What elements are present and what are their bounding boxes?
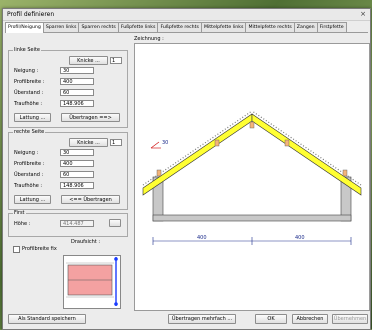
right-ueberstand-label: Überstand : xyxy=(14,172,44,178)
drawing-canvas: 30 400 400 xyxy=(134,43,370,311)
right-traufhoehe-label: Traufhöhe : xyxy=(14,183,43,189)
left-knicke-button[interactable]: Knicke ... xyxy=(69,56,108,65)
ok-button[interactable]: OK xyxy=(255,314,287,324)
draufsicht-preview xyxy=(63,255,121,309)
left-side-title: linke Seite xyxy=(13,47,42,53)
left-uebertragen-button[interactable]: Übertragen ==> xyxy=(61,113,120,122)
fusspfette-right xyxy=(342,169,348,177)
left-traufhoehe-input[interactable]: 148.906 xyxy=(60,100,94,107)
right-profilbreite-label: Profilbreite : xyxy=(14,161,45,167)
right-knicke-count[interactable]: 1 xyxy=(110,139,122,146)
left-ueberstand-input[interactable]: 60 xyxy=(60,89,94,96)
zeichnung-label: Zeichnung : xyxy=(134,36,164,42)
angle-label: 30 xyxy=(162,140,168,146)
dimension-right-label: 400 xyxy=(295,235,305,241)
tab-bar: Profil/Neigung Sparren links Sparren rec… xyxy=(5,22,368,33)
first-more-button[interactable] xyxy=(109,219,121,227)
als-standard-speichern-button[interactable]: Als Standard speichern xyxy=(8,314,86,324)
profilbreite-fix-label: Profilbreite fix xyxy=(22,246,57,252)
left-neigung-input[interactable]: 30 xyxy=(60,67,94,74)
mittelpfette-right xyxy=(284,139,290,147)
right-lattung-button[interactable]: Lattung ... xyxy=(14,195,51,204)
left-profilbreite-label: Profilbreite : xyxy=(14,79,45,85)
tab-mittelpfette-rechts[interactable]: Mittelpfette rechts xyxy=(245,22,295,32)
tab-zangen[interactable]: Zangen xyxy=(293,22,318,32)
first-group: First Höhe : 414.487 xyxy=(8,210,128,237)
left-knicke-count[interactable]: 1 xyxy=(110,57,122,64)
left-side-group: linke Seite Knicke ... 1 Neigung : 30 Pr… xyxy=(8,47,128,128)
tab-firstpfette[interactable]: Firstpfette xyxy=(316,22,347,32)
tab-sparren-rechts[interactable]: Sparren rechts xyxy=(78,22,119,32)
right-neigung-input[interactable]: 30 xyxy=(60,149,94,156)
left-neigung-label: Neigung : xyxy=(14,68,39,74)
left-lattung-button[interactable]: Lattung ... xyxy=(14,113,51,122)
right-side-group: rechte Seite Knicke ... 1 Neigung : 30 P… xyxy=(8,129,128,210)
tab-profil-neigung[interactable]: Profil/Neigung xyxy=(5,22,44,33)
draufsicht-svg xyxy=(66,257,118,306)
right-neigung-label: Neigung : xyxy=(14,150,39,156)
abbrechen-button[interactable]: Abbrechen xyxy=(292,314,328,324)
tab-fusspfette-rechts[interactable]: Fußpfette rechts xyxy=(157,22,202,32)
title-bar: Profil definieren × xyxy=(3,9,370,21)
close-icon[interactable]: × xyxy=(360,10,366,18)
right-ueberstand-input[interactable]: 60 xyxy=(60,171,94,178)
first-title: First xyxy=(13,210,26,216)
profilbreite-fix-checkbox[interactable] xyxy=(13,246,20,253)
left-rafter xyxy=(142,113,253,196)
left-ueberstand-label: Überstand : xyxy=(14,90,44,96)
marker-handle-top[interactable] xyxy=(114,257,118,261)
angle-slope-line xyxy=(150,141,160,149)
roof-profile-svg: 30 400 400 xyxy=(142,110,362,245)
right-knicke-button[interactable]: Knicke ... xyxy=(69,138,108,147)
draufsicht-label: Draufsicht : xyxy=(71,239,101,245)
window-title: Profil definieren xyxy=(7,11,55,18)
first-hoehe-input: 414.487 xyxy=(60,220,94,227)
uebertragen-mehrfach-button[interactable]: Übertragen mehrfach ... xyxy=(168,314,236,324)
firstpfette xyxy=(249,121,255,129)
uebernehmen-button: Übernehmen xyxy=(332,314,368,324)
tab-sparren-links[interactable]: Sparren links xyxy=(42,22,80,32)
fusspfette-left xyxy=(156,169,162,177)
right-traufhoehe-input[interactable]: 148.906 xyxy=(60,182,94,189)
tab-mittelpfette-links[interactable]: Mittelpfette links xyxy=(200,22,247,32)
left-traufhoehe-label: Traufhöhe : xyxy=(14,101,43,107)
left-profilbreite-input[interactable]: 400 xyxy=(60,78,94,85)
right-rafter xyxy=(251,113,362,196)
right-uebertragen-button[interactable]: <== Übertragen xyxy=(61,195,120,204)
marker-handle-bottom[interactable] xyxy=(114,302,118,306)
profil-dialog: Profil definieren × Profil/Neigung Sparr… xyxy=(2,8,371,330)
floor-slab xyxy=(152,214,352,222)
right-profilbreite-input[interactable]: 400 xyxy=(60,160,94,167)
mittelpfette-left xyxy=(214,139,220,147)
tab-fusspfette-links[interactable]: Fußpfette links xyxy=(117,22,159,32)
dimension-left-label: 400 xyxy=(197,235,207,241)
right-side-title: rechte Seite xyxy=(13,129,46,135)
first-hoehe-label: Höhe : xyxy=(14,221,31,227)
